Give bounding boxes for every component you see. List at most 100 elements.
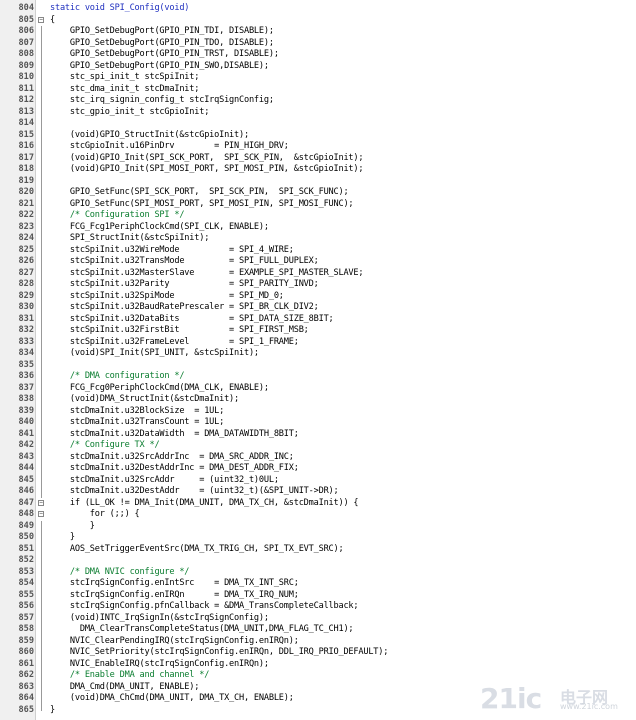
code-line: 841 stcDmaInit.u32DataWidth = DMA_DATAWI… — [0, 428, 636, 440]
code-line: 805−{ — [0, 15, 636, 27]
code-text: DMA_Cmd(DMA_UNIT, ENABLE); — [50, 681, 200, 692]
watermark-url: www.21ic.com — [560, 702, 618, 711]
line-number: 849 — [18, 520, 34, 531]
code-text: } — [50, 532, 75, 542]
line-number: 820 — [18, 187, 34, 197]
code-comment: /* Enable DMA and channel */ — [50, 670, 210, 680]
line-number: 806 — [18, 26, 34, 36]
code-text: stc_irq_signin_config_t stcIrqSignConfig… — [50, 95, 274, 105]
fold-guide-line — [41, 428, 42, 440]
code-text: } — [50, 704, 55, 715]
code-line: 811 stc_dma_init_t stcDmaInit; — [0, 83, 636, 95]
fold-guide-line — [41, 244, 42, 256]
code-line: 826 stcSpiInit.u32TransMode = SPI_FULL_D… — [0, 256, 636, 268]
code-text: NVIC_EnableIRQ(stcIrqSignConfig.enIRQn); — [50, 658, 269, 669]
code-line: 851 AOS_SetTriggerEventSrc(DMA_TX_TRIG_C… — [0, 543, 636, 555]
line-number: 839 — [18, 405, 34, 416]
code-comment: /* DMA NVIC configure */ — [50, 566, 190, 577]
fold-guide-line — [41, 175, 42, 187]
line-number: 829 — [18, 290, 34, 301]
code-line: 814 — [0, 118, 636, 130]
line-number: 833 — [18, 336, 34, 347]
code-text: stcSpiInit.u32FrameLevel = SPI_1_FRAME; — [50, 336, 299, 347]
fold-guide-line — [41, 164, 42, 176]
code-text: stcDmaInit.u32DestAddrInc = DMA_DEST_ADD… — [50, 463, 299, 473]
code-line: 827 stcSpiInit.u32MasterSlave = EXAMPLE_… — [0, 267, 636, 279]
code-line: 833 stcSpiInit.u32FrameLevel = SPI_1_FRA… — [0, 336, 636, 348]
code-comment: /* DMA configuration */ — [50, 371, 185, 381]
code-line: 837 FCG_Fcg0PeriphClockCmd(DMA_CLK, ENAB… — [0, 382, 636, 394]
code-line: 806 GPIO_SetDebugPort(GPIO_PIN_TDI, DISA… — [0, 26, 636, 38]
line-number: 860 — [18, 647, 34, 657]
fold-guide-line — [41, 440, 42, 452]
line-number: 844 — [18, 463, 34, 473]
code-line: 847− if (LL_OK != DMA_Init(DMA_UNIT, DMA… — [0, 498, 636, 510]
line-number: 817 — [18, 152, 34, 163]
line-number: 834 — [18, 348, 34, 358]
code-comment: /* Configure TX */ — [50, 440, 160, 450]
code-text: stcSpiInit.u32DataBits = SPI_DATA_SIZE_8… — [50, 313, 334, 324]
code-line: 861 NVIC_EnableIRQ(stcIrqSignConfig.enIR… — [0, 658, 636, 670]
code-text: stcDmaInit.u32BlockSize = 1UL; — [50, 405, 225, 416]
fold-guide-line — [41, 37, 42, 49]
code-lines: 804 static void SPI_Config(void) 805−{806 … — [0, 0, 636, 716]
code-text: GPIO_SetFunc(SPI_MOSI_PORT, SPI_MOSI_PIN… — [50, 198, 354, 209]
line-number: 861 — [18, 658, 34, 669]
fold-toggle-icon[interactable]: − — [38, 16, 44, 23]
fold-guide-line — [41, 543, 42, 555]
code-line: 842 /* Configure TX */ — [0, 440, 636, 452]
code-text: (void)GPIO_Init(SPI_SCK_PORT, SPI_SCK_PI… — [50, 152, 364, 163]
fold-guide-line — [41, 118, 42, 130]
code-text: (void)GPIO_Init(SPI_MOSI_PORT, SPI_MOSI_… — [50, 164, 364, 174]
code-line: 846 stcDmaInit.u32DestAddr = (uint32_t)(… — [0, 486, 636, 498]
code-line: 834 (void)SPI_Init(SPI_UNIT, &stcSpiInit… — [0, 348, 636, 360]
line-number: 863 — [18, 681, 34, 692]
fold-guide-line — [41, 612, 42, 624]
code-text: (void)DMA_StructInit(&stcDmaInit); — [50, 394, 240, 404]
fold-guide-line — [41, 233, 42, 245]
code-line: 840 stcDmaInit.u32TransCount = 1UL; — [0, 417, 636, 429]
code-line: 829 stcSpiInit.u32SpiMode = SPI_MD_0; — [0, 290, 636, 302]
code-line: 854 stcIrqSignConfig.enIntSrc = DMA_TX_I… — [0, 578, 636, 590]
fold-guide-line — [41, 681, 42, 693]
code-text: stcDmaInit.u32TransCount = 1UL; — [50, 417, 225, 427]
fold-guide-line — [41, 49, 42, 61]
code-line: 807 GPIO_SetDebugPort(GPIO_PIN_TDO, DISA… — [0, 37, 636, 49]
line-number: 865 — [18, 704, 34, 715]
code-line: 817 (void)GPIO_Init(SPI_SCK_PORT, SPI_SC… — [0, 152, 636, 164]
fold-guide-line — [41, 95, 42, 107]
line-number: 846 — [18, 486, 34, 496]
code-editor[interactable]: 804 static void SPI_Config(void) 805−{806 … — [0, 0, 636, 720]
fold-guide-line — [41, 26, 42, 38]
line-number: 814 — [18, 118, 34, 128]
line-number: 838 — [18, 394, 34, 404]
fold-toggle-icon[interactable]: − — [38, 499, 44, 506]
line-number: 804 — [18, 3, 34, 13]
fold-guide-line — [41, 555, 42, 567]
code-line: 804 static void SPI_Config(void) — [0, 3, 636, 15]
code-text: stc_dma_init_t stcDmaInit; — [50, 83, 200, 94]
fold-guide-line — [41, 256, 42, 268]
fold-guide-line — [41, 405, 42, 417]
code-text: stcIrqSignConfig.enIntSrc = DMA_TX_INT_S… — [50, 578, 299, 588]
line-number: 853 — [18, 566, 34, 577]
code-line: 857 (void)INTC_IrqSignIn(&stcIrqSignConf… — [0, 612, 636, 624]
code-text: stcSpiInit.u32TransMode = SPI_FULL_DUPLE… — [50, 256, 319, 266]
fold-toggle-icon[interactable]: − — [38, 511, 44, 517]
fold-guide-line — [41, 486, 42, 498]
fold-guide-line — [41, 532, 42, 544]
line-number: 805 — [18, 14, 34, 25]
code-text: (void)INTC_IrqSignIn(&stcIrqSignConfig); — [50, 612, 269, 623]
code-text: AOS_SetTriggerEventSrc(DMA_TX_TRIG_CH, S… — [50, 543, 344, 554]
code-text: NVIC_ClearPendingIRQ(stcIrqSignConfig.en… — [50, 635, 299, 646]
code-text: stcSpiInit.u32BaudRatePrescaler = SPI_BR… — [50, 302, 319, 312]
code-comment: /* Configuration SPI */ — [50, 210, 185, 220]
fold-guide-line — [41, 371, 42, 383]
line-number: 815 — [18, 129, 34, 140]
code-line: 845 stcDmaInit.u32SrcAddr = (uint32_t)0U… — [0, 474, 636, 486]
code-text: stc_spi_init_t stcSpiInit; — [50, 72, 200, 82]
line-number: 845 — [18, 474, 34, 485]
code-text: stcIrqSignConfig.enIRQn = DMA_TX_IRQ_NUM… — [50, 589, 299, 600]
fold-guide-line — [41, 210, 42, 222]
code-text: SPI_StructInit(&stcSpiInit); — [50, 233, 210, 243]
